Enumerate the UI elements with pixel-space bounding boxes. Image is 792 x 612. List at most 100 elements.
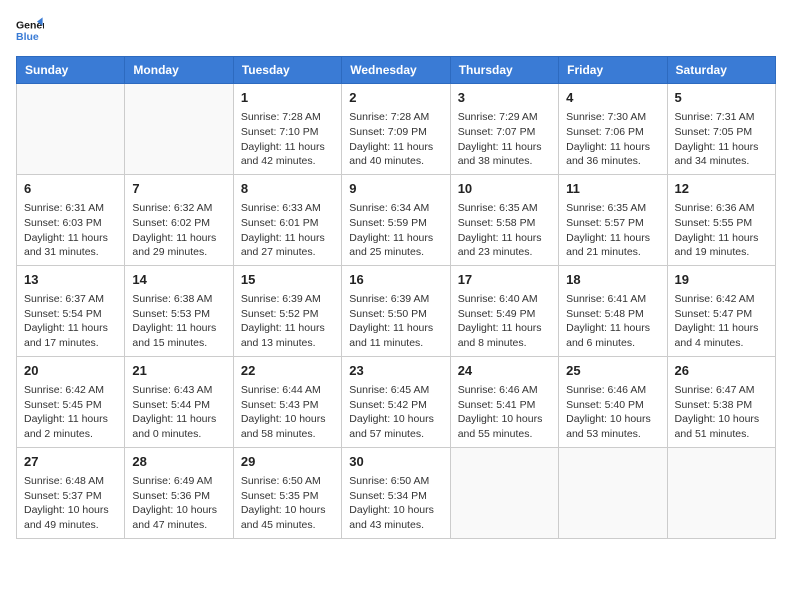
day-cell: 23 Sunrise: 6:45 AMSunset: 5:42 PMDayligh… — [342, 356, 450, 447]
header-friday: Friday — [559, 57, 667, 84]
day-info: Sunrise: 6:37 AMSunset: 5:54 PMDaylight:… — [24, 292, 117, 351]
day-cell: 9 Sunrise: 6:34 AMSunset: 5:59 PMDaylight… — [342, 174, 450, 265]
day-number: 3 — [458, 89, 551, 107]
day-number: 30 — [349, 453, 442, 471]
day-cell: 21Sunrise: 6:43 AMSunset: 5:44 PMDayligh… — [125, 356, 233, 447]
header-sunday: Sunday — [17, 57, 125, 84]
day-cell — [667, 447, 775, 538]
day-info: Sunrise: 6:42 AMSunset: 5:45 PMDaylight:… — [24, 383, 117, 442]
day-info: Sunrise: 6:36 AMSunset: 5:55 PMDaylight:… — [675, 201, 768, 260]
day-cell: 2 Sunrise: 7:28 AMSunset: 7:09 PMDaylight… — [342, 84, 450, 175]
logo-icon: General Blue — [16, 16, 44, 44]
day-info: Sunrise: 6:35 AMSunset: 5:58 PMDaylight:… — [458, 201, 551, 260]
day-cell: 16 Sunrise: 6:39 AMSunset: 5:50 PMDayligh… — [342, 265, 450, 356]
day-cell: 29 Sunrise: 6:50 AMSunset: 5:35 PMDayligh… — [233, 447, 341, 538]
day-cell: 3 Sunrise: 7:29 AMSunset: 7:07 PMDaylight… — [450, 84, 558, 175]
day-cell — [17, 84, 125, 175]
day-number: 21 — [132, 362, 225, 380]
page-header: General Blue — [16, 16, 776, 44]
day-number: 18 — [566, 271, 659, 289]
day-info: Sunrise: 6:41 AMSunset: 5:48 PMDaylight:… — [566, 292, 659, 351]
day-info: Sunrise: 6:46 AMSunset: 5:41 PMDaylight:… — [458, 383, 551, 442]
day-number: 26 — [675, 362, 768, 380]
day-cell: 24 Sunrise: 6:46 AMSunset: 5:41 PMDayligh… — [450, 356, 558, 447]
week-row-4: 27 Sunrise: 6:48 AMSunset: 5:37 PMDayligh… — [17, 447, 776, 538]
day-number: 13 — [24, 271, 117, 289]
day-number: 2 — [349, 89, 442, 107]
day-cell: 14Sunrise: 6:38 AMSunset: 5:53 PMDayligh… — [125, 265, 233, 356]
day-cell: 10 Sunrise: 6:35 AMSunset: 5:58 PMDayligh… — [450, 174, 558, 265]
day-number: 23 — [349, 362, 442, 380]
day-number: 4 — [566, 89, 659, 107]
day-info: Sunrise: 6:33 AMSunset: 6:01 PMDaylight:… — [241, 201, 334, 260]
day-cell: 1 Sunrise: 7:28 AMSunset: 7:10 PMDaylight… — [233, 84, 341, 175]
day-info: Sunrise: 6:45 AMSunset: 5:42 PMDaylight:… — [349, 383, 442, 442]
day-info: Sunrise: 6:39 AMSunset: 5:50 PMDaylight:… — [349, 292, 442, 351]
day-info: Sunrise: 6:31 AMSunset: 6:03 PMDaylight:… — [24, 201, 117, 260]
day-info: Sunrise: 7:28 AMSunset: 7:10 PMDaylight:… — [241, 110, 334, 169]
day-number: 17 — [458, 271, 551, 289]
header-monday: Monday — [125, 57, 233, 84]
day-number: 29 — [241, 453, 334, 471]
week-row-2: 13 Sunrise: 6:37 AMSunset: 5:54 PMDayligh… — [17, 265, 776, 356]
day-info: Sunrise: 7:30 AMSunset: 7:06 PMDaylight:… — [566, 110, 659, 169]
day-info: Sunrise: 7:28 AMSunset: 7:09 PMDaylight:… — [349, 110, 442, 169]
day-cell: 15 Sunrise: 6:39 AMSunset: 5:52 PMDayligh… — [233, 265, 341, 356]
day-number: 27 — [24, 453, 117, 471]
day-cell: 17 Sunrise: 6:40 AMSunset: 5:49 PMDayligh… — [450, 265, 558, 356]
logo: General Blue — [16, 16, 48, 44]
header-tuesday: Tuesday — [233, 57, 341, 84]
day-info: Sunrise: 6:34 AMSunset: 5:59 PMDaylight:… — [349, 201, 442, 260]
day-cell: 6 Sunrise: 6:31 AMSunset: 6:03 PMDaylight… — [17, 174, 125, 265]
day-number: 11 — [566, 180, 659, 198]
day-info: Sunrise: 6:38 AMSunset: 5:53 PMDaylight:… — [132, 292, 225, 351]
day-cell: 25Sunrise: 6:46 AMSunset: 5:40 PMDayligh… — [559, 356, 667, 447]
day-cell: 13 Sunrise: 6:37 AMSunset: 5:54 PMDayligh… — [17, 265, 125, 356]
day-info: Sunrise: 6:35 AMSunset: 5:57 PMDaylight:… — [566, 201, 659, 260]
week-row-1: 6 Sunrise: 6:31 AMSunset: 6:03 PMDaylight… — [17, 174, 776, 265]
day-info: Sunrise: 6:40 AMSunset: 5:49 PMDaylight:… — [458, 292, 551, 351]
day-info: Sunrise: 6:32 AMSunset: 6:02 PMDaylight:… — [132, 201, 225, 260]
header-saturday: Saturday — [667, 57, 775, 84]
day-number: 22 — [241, 362, 334, 380]
day-info: Sunrise: 7:31 AMSunset: 7:05 PMDaylight:… — [675, 110, 768, 169]
day-cell: 19Sunrise: 6:42 AMSunset: 5:47 PMDayligh… — [667, 265, 775, 356]
day-cell: 5Sunrise: 7:31 AMSunset: 7:05 PMDaylight… — [667, 84, 775, 175]
day-cell — [559, 447, 667, 538]
day-cell: 11 Sunrise: 6:35 AMSunset: 5:57 PMDayligh… — [559, 174, 667, 265]
day-cell — [450, 447, 558, 538]
week-row-3: 20 Sunrise: 6:42 AMSunset: 5:45 PMDayligh… — [17, 356, 776, 447]
day-number: 10 — [458, 180, 551, 198]
header-thursday: Thursday — [450, 57, 558, 84]
day-cell: 28 Sunrise: 6:49 AMSunset: 5:36 PMDayligh… — [125, 447, 233, 538]
day-info: Sunrise: 6:44 AMSunset: 5:43 PMDaylight:… — [241, 383, 334, 442]
day-number: 19 — [675, 271, 768, 289]
day-cell: 18 Sunrise: 6:41 AMSunset: 5:48 PMDayligh… — [559, 265, 667, 356]
day-number: 12 — [675, 180, 768, 198]
day-number: 8 — [241, 180, 334, 198]
day-number: 1 — [241, 89, 334, 107]
day-cell: 4 Sunrise: 7:30 AMSunset: 7:06 PMDaylight… — [559, 84, 667, 175]
day-cell: 22 Sunrise: 6:44 AMSunset: 5:43 PMDayligh… — [233, 356, 341, 447]
day-number: 9 — [349, 180, 442, 198]
day-cell: 30 Sunrise: 6:50 AMSunset: 5:34 PMDayligh… — [342, 447, 450, 538]
day-number: 16 — [349, 271, 442, 289]
day-info: Sunrise: 6:46 AMSunset: 5:40 PMDaylight:… — [566, 383, 659, 442]
week-row-0: 1 Sunrise: 7:28 AMSunset: 7:10 PMDaylight… — [17, 84, 776, 175]
svg-text:Blue: Blue — [16, 31, 39, 43]
day-info: Sunrise: 7:29 AMSunset: 7:07 PMDaylight:… — [458, 110, 551, 169]
day-info: Sunrise: 6:49 AMSunset: 5:36 PMDaylight:… — [132, 474, 225, 533]
day-info: Sunrise: 6:50 AMSunset: 5:34 PMDaylight:… — [349, 474, 442, 533]
day-cell — [125, 84, 233, 175]
day-number: 6 — [24, 180, 117, 198]
day-cell: 20 Sunrise: 6:42 AMSunset: 5:45 PMDayligh… — [17, 356, 125, 447]
day-number: 28 — [132, 453, 225, 471]
day-number: 24 — [458, 362, 551, 380]
day-cell: 7Sunrise: 6:32 AMSunset: 6:02 PMDaylight… — [125, 174, 233, 265]
day-info: Sunrise: 6:39 AMSunset: 5:52 PMDaylight:… — [241, 292, 334, 351]
day-info: Sunrise: 6:48 AMSunset: 5:37 PMDaylight:… — [24, 474, 117, 533]
day-number: 20 — [24, 362, 117, 380]
day-info: Sunrise: 6:47 AMSunset: 5:38 PMDaylight:… — [675, 383, 768, 442]
day-number: 15 — [241, 271, 334, 289]
day-info: Sunrise: 6:50 AMSunset: 5:35 PMDaylight:… — [241, 474, 334, 533]
